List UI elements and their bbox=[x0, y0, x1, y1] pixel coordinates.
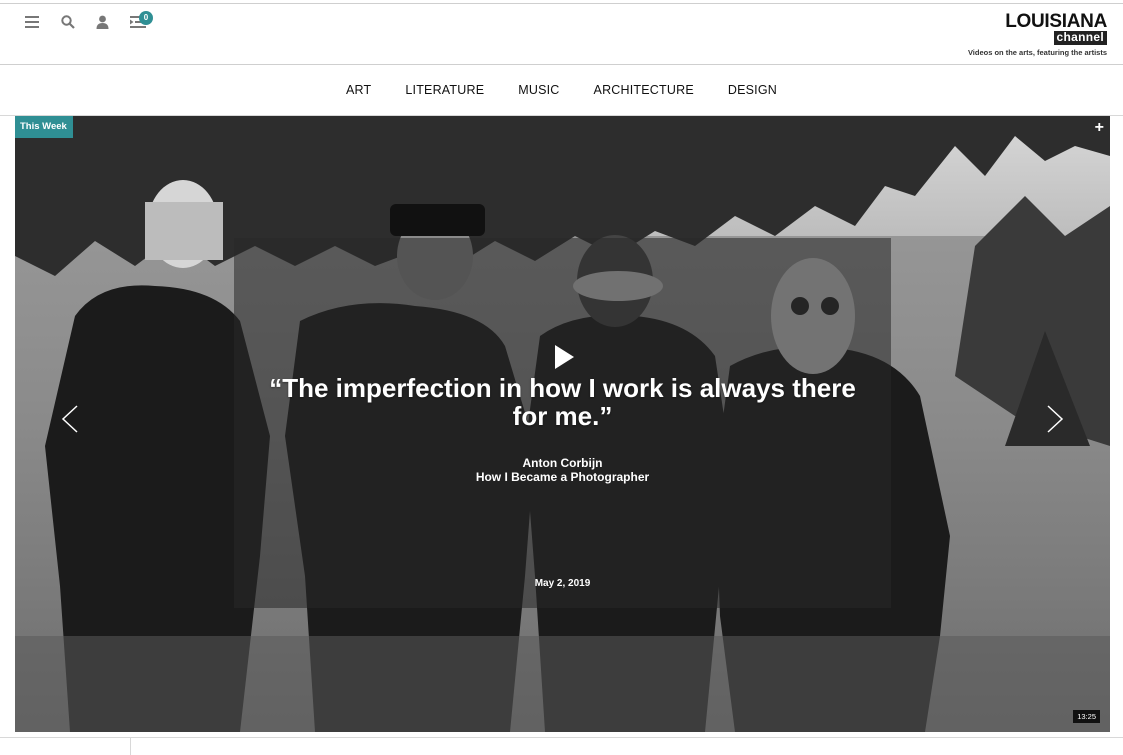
logo-bottom-text: channel bbox=[1053, 31, 1107, 45]
chevron-right-icon[interactable] bbox=[1044, 404, 1066, 434]
bottom-column-divider bbox=[130, 738, 131, 755]
notification-badge: 0 bbox=[139, 11, 153, 25]
play-icon[interactable] bbox=[553, 344, 575, 370]
this-week-tag: This Week bbox=[15, 116, 73, 138]
featured-video[interactable]: This Week + “The imperfection in how I w… bbox=[15, 116, 1110, 732]
main-nav: ART LITERATURE MUSIC ARCHITECTURE DESIGN bbox=[0, 65, 1123, 115]
nav-item-art[interactable]: ART bbox=[346, 83, 371, 97]
search-icon[interactable] bbox=[58, 12, 78, 32]
bottom-divider bbox=[0, 737, 1123, 738]
nav-item-architecture[interactable]: ARCHITECTURE bbox=[594, 83, 694, 97]
tagline: Videos on the arts, featuring the artist… bbox=[967, 48, 1107, 57]
user-icon[interactable] bbox=[92, 12, 112, 32]
video-duration: 13:25 bbox=[1073, 710, 1100, 723]
menu-icon[interactable] bbox=[22, 12, 42, 32]
add-icon[interactable]: + bbox=[1095, 119, 1104, 137]
video-title[interactable]: How I Became a Photographer bbox=[234, 470, 891, 484]
featured-quote: “The imperfection in how I work is alway… bbox=[269, 373, 856, 431]
site-header: 0 LOUISIANA channel Videos on the arts, … bbox=[0, 4, 1123, 64]
video-info-overlay[interactable]: “The imperfection in how I work is alway… bbox=[234, 238, 891, 608]
nav-item-design[interactable]: DESIGN bbox=[728, 83, 777, 97]
nav-item-literature[interactable]: LITERATURE bbox=[405, 83, 484, 97]
site-logo[interactable]: LOUISIANA channel bbox=[997, 11, 1107, 45]
logo-top-text: LOUISIANA bbox=[1005, 11, 1107, 32]
chevron-left-icon[interactable] bbox=[59, 404, 81, 434]
publish-date: May 2, 2019 bbox=[534, 578, 591, 589]
artist-name: Anton Corbijn bbox=[522, 456, 603, 470]
nav-item-music[interactable]: MUSIC bbox=[518, 83, 559, 97]
